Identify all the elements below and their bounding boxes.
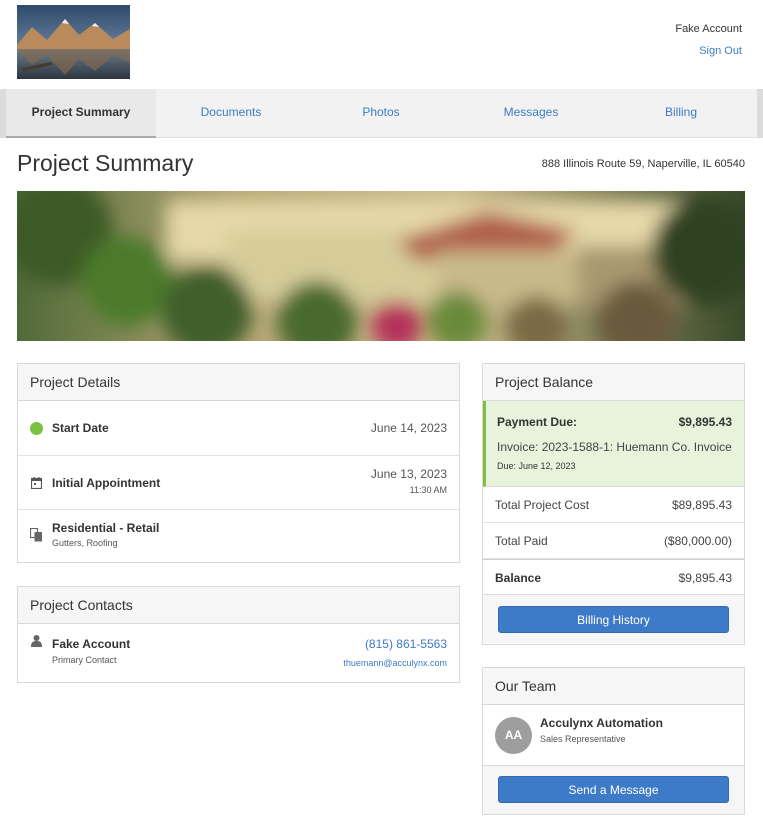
- payment-due-amount: $9,895.43: [678, 415, 732, 429]
- hero-image: [17, 191, 745, 341]
- tab-photos[interactable]: Photos: [306, 89, 456, 138]
- appointment-date: June 13, 2023: [370, 467, 447, 481]
- contact-phone-link[interactable]: (815) 861-5563: [365, 637, 447, 651]
- panel-title: Our Team: [483, 668, 744, 705]
- company-logo: [17, 5, 130, 79]
- sign-out-link[interactable]: Sign Out: [699, 45, 742, 57]
- account-name: Fake Account: [675, 23, 742, 35]
- total-cost-label: Total Project Cost: [495, 498, 590, 512]
- team-footer: Send a Message: [483, 766, 744, 814]
- contact-email-link[interactable]: thuemann@acculynx.com: [343, 658, 447, 668]
- project-trades: Gutters, Roofing: [52, 538, 118, 548]
- nav-edge: [757, 89, 763, 138]
- person-icon: [31, 635, 42, 647]
- panel-title: Project Details: [18, 364, 459, 401]
- balance-value: $9,895.43: [678, 571, 732, 585]
- balance-row: Balance $9,895.43: [483, 559, 744, 595]
- invoice-info: Invoice: 2023-1588-1: Huemann Co. Invoic…: [497, 440, 732, 454]
- project-type-label: Residential - Retail: [52, 521, 160, 535]
- billing-history-button[interactable]: Billing History: [498, 606, 729, 633]
- appointment-time: 11:30 AM: [409, 485, 447, 495]
- total-cost-value: $89,895.43: [671, 498, 732, 512]
- appointment-row: Initial Appointment June 13, 2023 11:30 …: [18, 456, 459, 510]
- total-paid-label: Total Paid: [495, 534, 548, 548]
- our-team-panel: Our Team AA Acculynx Automation Sales Re…: [482, 667, 745, 815]
- project-type-row: Residential - Retail Gutters, Roofing: [18, 510, 459, 562]
- total-paid-value: ($80,000.00): [663, 534, 732, 548]
- tab-documents[interactable]: Documents: [156, 89, 306, 138]
- contact-row: Fake Account Primary Contact (815) 861-5…: [18, 624, 459, 682]
- send-message-button[interactable]: Send a Message: [498, 776, 729, 803]
- start-date-row: Start Date June 14, 2023: [18, 401, 459, 456]
- start-date-value: June 14, 2023: [370, 421, 447, 435]
- invoice-due-date: Due: June 12, 2023: [497, 461, 576, 471]
- avatar: AA: [495, 717, 532, 754]
- appointment-label: Initial Appointment: [52, 476, 161, 490]
- contact-role: Primary Contact: [52, 655, 117, 665]
- status-dot-icon: [30, 422, 43, 435]
- balance-footer: Billing History: [483, 595, 744, 643]
- total-paid-row: Total Paid ($80,000.00): [483, 523, 744, 559]
- team-member-role: Sales Representative: [540, 734, 626, 744]
- panel-title: Project Contacts: [18, 587, 459, 624]
- page-title: Project Summary: [17, 150, 194, 176]
- team-member-name: Acculynx Automation: [540, 716, 663, 730]
- nav-tabs: Project Summary Documents Photos Message…: [0, 89, 763, 138]
- balance-label: Balance: [495, 571, 542, 585]
- payment-due-label: Payment Due:: [497, 415, 578, 429]
- team-member: AA Acculynx Automation Sales Representat…: [483, 705, 744, 766]
- tab-messages[interactable]: Messages: [456, 89, 606, 138]
- tab-billing[interactable]: Billing: [606, 89, 756, 138]
- start-date-label: Start Date: [52, 421, 109, 435]
- project-address: 888 Illinois Route 59, Naperville, IL 60…: [541, 158, 745, 170]
- calendar-icon: [31, 477, 42, 489]
- project-details-panel: Project Details Start Date June 14, 2023…: [17, 363, 460, 563]
- panel-title: Project Balance: [483, 364, 744, 401]
- payment-due-box: Payment Due: $9,895.43 Invoice: 2023-158…: [483, 401, 744, 487]
- contact-name: Fake Account: [52, 637, 131, 651]
- project-balance-panel: Project Balance Payment Due: $9,895.43 I…: [482, 363, 745, 645]
- documents-icon: [30, 528, 42, 542]
- tab-project-summary[interactable]: Project Summary: [6, 89, 156, 138]
- total-cost-row: Total Project Cost $89,895.43: [483, 487, 744, 523]
- project-contacts-panel: Project Contacts Fake Account Primary Co…: [17, 586, 460, 683]
